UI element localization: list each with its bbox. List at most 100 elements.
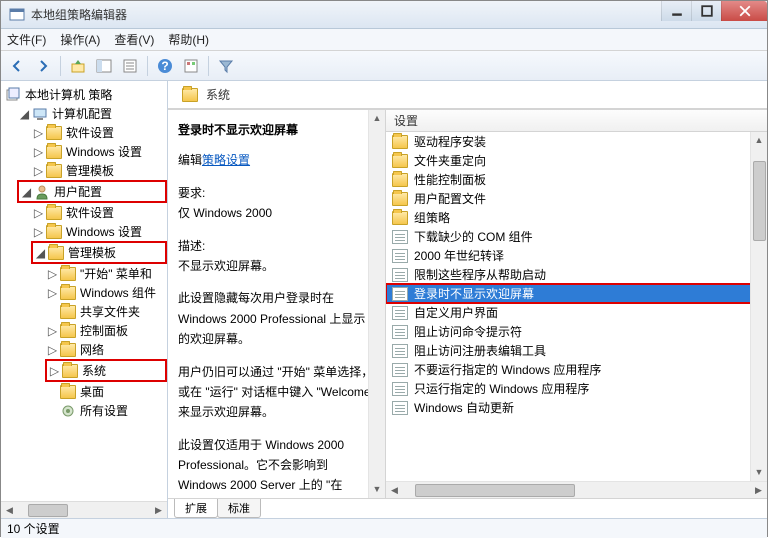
scroll-left-icon[interactable]: ◀ [388, 484, 401, 497]
list-item[interactable]: 组策略 [386, 208, 767, 227]
menu-view[interactable]: 查看(V) [114, 31, 154, 48]
folder-icon [46, 206, 62, 220]
scroll-down-icon[interactable]: ▼ [753, 466, 766, 479]
tree-label: Windows 设置 [66, 143, 142, 160]
list-item[interactable]: 不要运行指定的 Windows 应用程序 [386, 360, 767, 379]
list-item[interactable]: 只运行指定的 Windows 应用程序 [386, 379, 767, 398]
tree-user-config[interactable]: ◢ 用户配置 [17, 180, 167, 203]
list-item[interactable]: 性能控制面板 [386, 170, 767, 189]
edit-label: 编辑 [178, 153, 202, 167]
tree-item[interactable]: ▷软件设置 [31, 203, 167, 222]
tree-admin-templates[interactable]: ◢管理模板 [31, 241, 167, 264]
list-item[interactable]: 驱动程序安装 [386, 132, 767, 151]
description-scrollbar[interactable]: ▲ ▼ [368, 110, 385, 498]
show-hide-tree-button[interactable] [92, 54, 116, 78]
collapse-icon[interactable]: ◢ [21, 186, 32, 197]
tree-computer-config[interactable]: ◢ 计算机配置 [17, 104, 167, 123]
expand-icon[interactable]: ▷ [33, 146, 44, 157]
list-item[interactable]: 阻止访问注册表编辑工具 [386, 341, 767, 360]
tree-item[interactable]: ▷Windows 组件 [45, 283, 167, 302]
tree-item[interactable]: ▷桌面 [45, 382, 167, 401]
tree-item[interactable]: ▷ "开始" 菜单和 [45, 264, 167, 283]
folder-icon [60, 286, 76, 300]
expand-icon[interactable]: ▷ [47, 287, 58, 298]
list-item[interactable]: 自定义用户界面 [386, 303, 767, 322]
setting-icon [392, 249, 408, 263]
policy-settings-link[interactable]: 策略设置 [202, 153, 250, 167]
list-item[interactable]: 登录时不显示欢迎屏幕 [386, 284, 767, 303]
list-item[interactable]: 2000 年世纪转译 [386, 246, 767, 265]
tree-pane: 本地计算机 策略 ◢ 计算机配置 ▷软件设置 ▷ Windows 设置 [1, 81, 168, 518]
toolbar: ? [1, 51, 767, 81]
scrollbar-thumb[interactable] [28, 504, 68, 517]
tree-item[interactable]: ▷软件设置 [31, 123, 167, 142]
tree-item[interactable]: ▷控制面板 [45, 321, 167, 340]
collapse-icon[interactable]: ◢ [35, 247, 46, 258]
tree-item[interactable]: ▷ Windows 设置 [31, 142, 167, 161]
scroll-up-icon[interactable]: ▲ [753, 134, 766, 147]
list-item-label: 驱动程序安装 [414, 133, 486, 150]
forward-button[interactable] [31, 54, 55, 78]
list-item[interactable]: Windows 自动更新 [386, 398, 767, 417]
help-button[interactable]: ? [153, 54, 177, 78]
toolbar-separator [60, 56, 61, 76]
list-item[interactable]: 用户配置文件 [386, 189, 767, 208]
tree-root[interactable]: 本地计算机 策略 [3, 85, 167, 104]
expand-icon[interactable]: ▷ [47, 344, 58, 355]
expand-icon[interactable]: ▷ [49, 365, 60, 376]
list-vertical-scrollbar[interactable]: ▲ ▼ [750, 132, 767, 481]
tree-system[interactable]: ▷ 系统 [45, 359, 167, 382]
tab-extended[interactable]: 扩展 [174, 499, 218, 518]
svg-text:?: ? [161, 59, 168, 73]
scrollbar-thumb[interactable] [415, 484, 575, 497]
tab-standard[interactable]: 标准 [217, 499, 261, 518]
list-item[interactable]: 阻止访问命令提示符 [386, 322, 767, 341]
tree-item[interactable]: ▷管理模板 [31, 161, 167, 180]
tree-label: 系统 [82, 362, 106, 379]
expand-icon[interactable]: ▷ [33, 207, 44, 218]
list-item[interactable]: 文件夹重定向 [386, 151, 767, 170]
menu-help[interactable]: 帮助(H) [168, 31, 209, 48]
menu-file[interactable]: 文件(F) [7, 31, 46, 48]
scroll-right-icon[interactable]: ▶ [752, 484, 765, 497]
scroll-right-icon[interactable]: ▶ [152, 504, 165, 517]
expand-icon[interactable]: ▷ [33, 165, 44, 176]
tree-label: 计算机配置 [52, 105, 112, 122]
scroll-down-icon[interactable]: ▼ [371, 483, 384, 496]
tree-label: "开始" 菜单和 [80, 265, 152, 282]
maximize-button[interactable] [691, 1, 721, 21]
filter-button[interactable] [214, 54, 238, 78]
expand-icon[interactable]: ▷ [47, 325, 58, 336]
list-item[interactable]: 限制这些程序从帮助启动 [386, 265, 767, 284]
scroll-up-icon[interactable]: ▲ [371, 112, 384, 125]
menu-action[interactable]: 操作(A) [60, 31, 100, 48]
minimize-button[interactable] [661, 1, 691, 21]
up-button[interactable] [66, 54, 90, 78]
close-button[interactable] [721, 1, 767, 21]
options-button[interactable] [179, 54, 203, 78]
expand-icon[interactable]: ▷ [47, 268, 58, 279]
requirements-block: 要求: 仅 Windows 2000 [178, 183, 375, 224]
expand-icon[interactable]: ▷ [33, 226, 44, 237]
scrollbar-thumb[interactable] [753, 161, 766, 241]
tree-item[interactable]: ▷网络 [45, 340, 167, 359]
list-item-label: 组策略 [414, 209, 450, 226]
tree-item[interactable]: ▷Windows 设置 [31, 222, 167, 241]
list-column-header[interactable]: 设置 [386, 110, 767, 132]
scrollbar-track[interactable] [370, 125, 385, 483]
desc-para: 用户仍旧可以通过 "开始" 菜单选择，或在 "运行" 对话框中键入 "Welco… [178, 362, 375, 423]
edit-link-row: 编辑策略设置 [178, 150, 375, 170]
statusbar: 10 个设置 [1, 518, 767, 538]
collapse-icon[interactable]: ◢ [19, 108, 30, 119]
view-tabs: 扩展 标准 [168, 498, 767, 518]
column-label: 设置 [394, 112, 418, 129]
tree-item[interactable]: ▷共享文件夹 [45, 302, 167, 321]
back-button[interactable] [5, 54, 29, 78]
tree-item[interactable]: ▷所有设置 [45, 401, 167, 420]
list-horizontal-scrollbar[interactable]: ◀ ▶ [386, 481, 767, 498]
scroll-left-icon[interactable]: ◀ [3, 504, 16, 517]
properties-button[interactable] [118, 54, 142, 78]
tree-horizontal-scrollbar[interactable]: ◀ ▶ [1, 501, 167, 518]
list-item[interactable]: 下载缺少的 COM 组件 [386, 227, 767, 246]
expand-icon[interactable]: ▷ [33, 127, 44, 138]
